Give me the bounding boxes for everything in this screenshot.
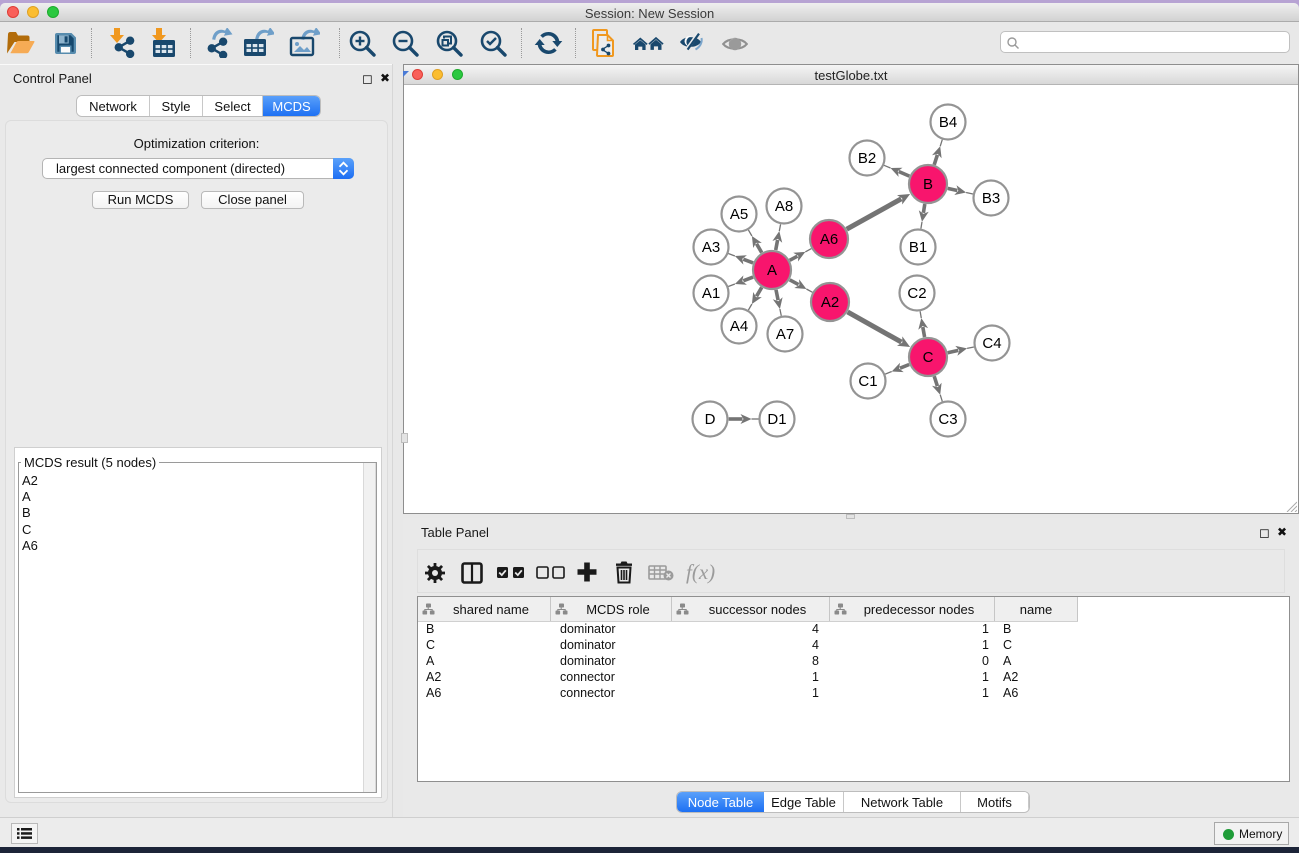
- svg-text:B3: B3: [982, 190, 1000, 207]
- svg-text:B2: B2: [858, 150, 876, 167]
- svg-text:A2: A2: [821, 294, 839, 311]
- svg-text:A6: A6: [820, 231, 838, 248]
- svg-text:C3: C3: [938, 411, 957, 428]
- svg-text:C1: C1: [858, 373, 877, 390]
- svg-text:C4: C4: [982, 335, 1001, 352]
- svg-text:C2: C2: [907, 285, 926, 302]
- svg-text:A7: A7: [776, 326, 794, 343]
- svg-text:A5: A5: [730, 206, 748, 223]
- svg-text:B4: B4: [939, 114, 957, 131]
- svg-text:A3: A3: [702, 239, 720, 256]
- svg-text:B: B: [923, 176, 933, 193]
- svg-text:A1: A1: [702, 285, 720, 302]
- svg-text:A: A: [767, 262, 777, 279]
- svg-text:B1: B1: [909, 239, 927, 256]
- svg-text:A8: A8: [775, 198, 793, 215]
- svg-text:D1: D1: [767, 411, 786, 428]
- svg-text:A4: A4: [730, 318, 748, 335]
- svg-text:C: C: [923, 349, 934, 366]
- svg-text:D: D: [705, 411, 716, 428]
